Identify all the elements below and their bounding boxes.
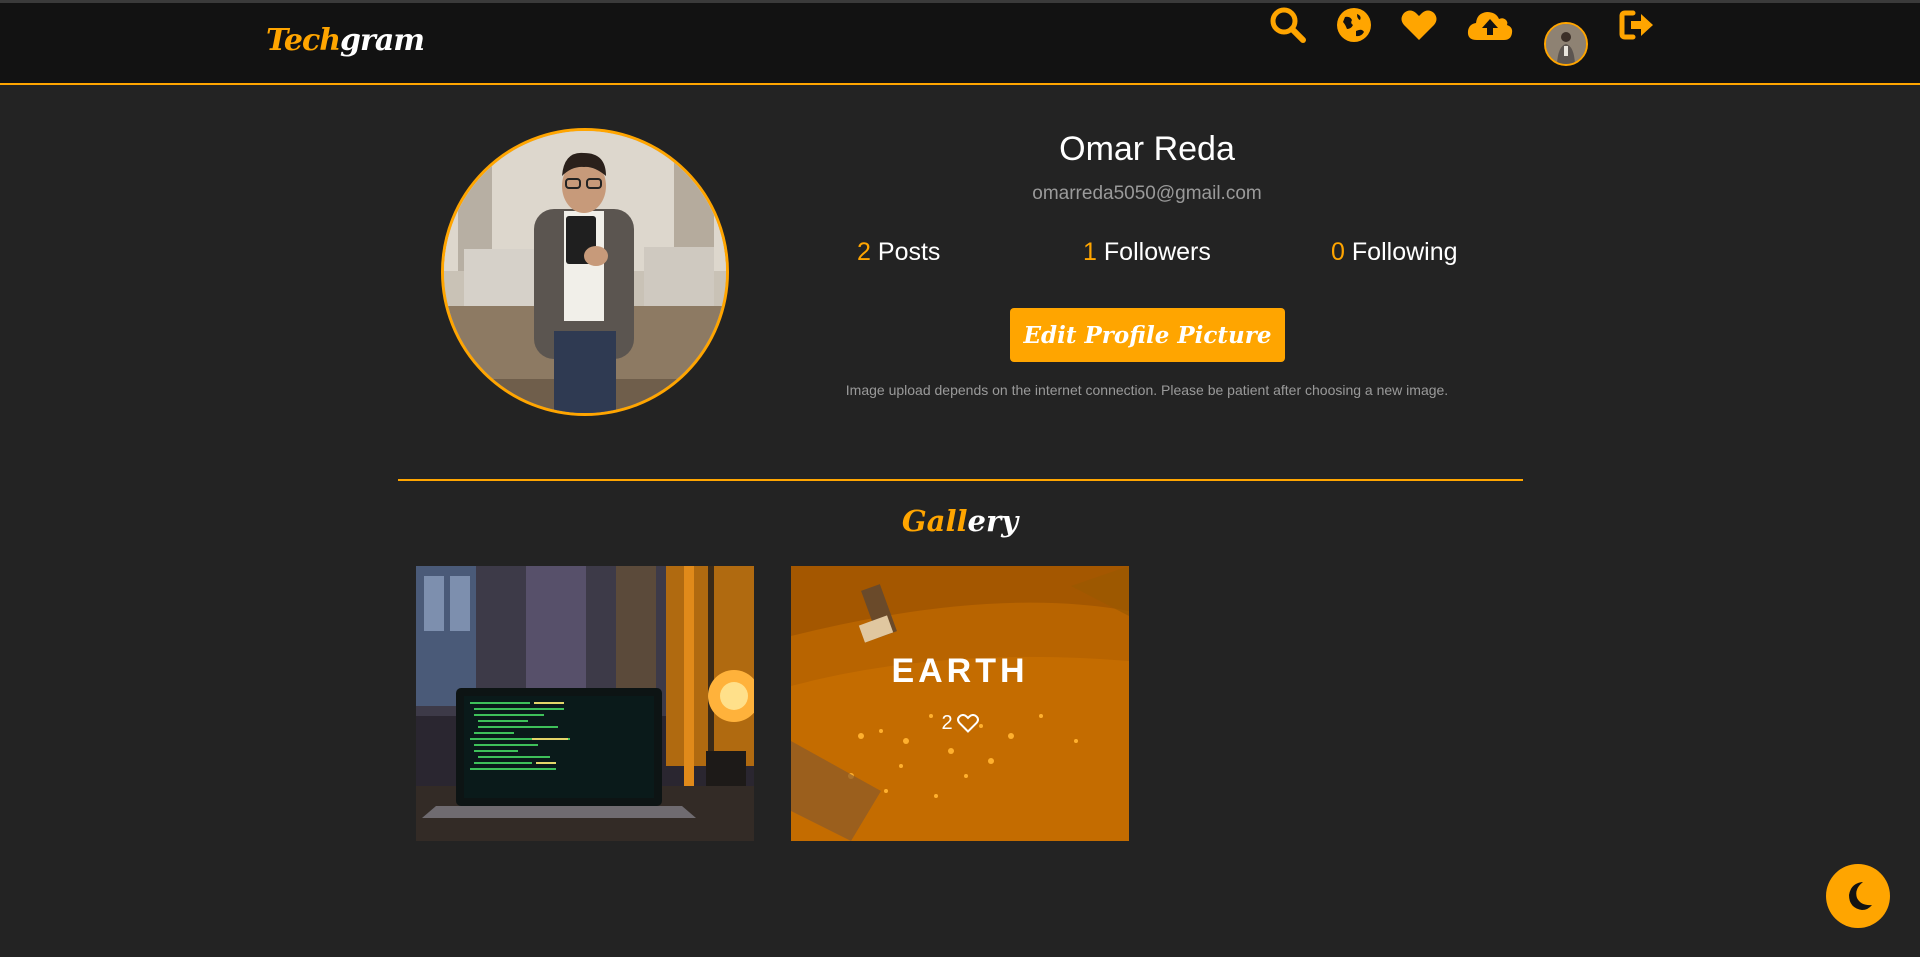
brand-accent: Tech bbox=[266, 23, 341, 58]
gallery-post-label: EARTH bbox=[891, 652, 1029, 690]
stat-posts-count: 2 bbox=[857, 238, 871, 266]
upload-note: Image upload depends on the internet con… bbox=[845, 382, 1449, 398]
gallery-title: Gallery bbox=[860, 504, 1060, 538]
stat-followers[interactable]: 1 Followers bbox=[1083, 238, 1211, 267]
gallery-post[interactable] bbox=[416, 566, 754, 841]
profile-name: Omar Reda bbox=[1059, 130, 1235, 168]
laptop-photo bbox=[416, 566, 754, 841]
earth-photo bbox=[791, 566, 1129, 841]
edit-profile-picture-button[interactable]: Edit Profile Picture bbox=[1010, 308, 1285, 362]
heart-icon[interactable] bbox=[1400, 3, 1438, 47]
like-count: 2 bbox=[941, 712, 953, 734]
stat-following[interactable]: 0 Following bbox=[1331, 238, 1458, 267]
heart-outline-icon bbox=[956, 714, 979, 733]
moon-icon bbox=[1849, 882, 1872, 910]
gallery-title-rest: ery bbox=[967, 504, 1019, 538]
search-icon[interactable] bbox=[1268, 3, 1308, 47]
stat-followers-count: 1 bbox=[1083, 238, 1097, 266]
stat-following-count: 0 bbox=[1331, 238, 1345, 266]
brand-logo[interactable]: Techgram bbox=[266, 23, 425, 58]
globe-icon[interactable] bbox=[1335, 3, 1373, 47]
navbar: Techgram bbox=[0, 3, 1920, 85]
stat-posts-label: Posts bbox=[877, 238, 941, 266]
nav-avatar[interactable] bbox=[1544, 22, 1588, 66]
stat-followers-label: Followers bbox=[1103, 238, 1211, 266]
theme-toggle-button[interactable] bbox=[1826, 864, 1890, 928]
stat-posts[interactable]: 2 Posts bbox=[857, 238, 940, 267]
logout-icon[interactable] bbox=[1618, 3, 1656, 47]
profile-email: omarreda5050@gmail.com bbox=[1032, 183, 1262, 204]
section-divider bbox=[398, 479, 1523, 481]
gallery-post-likes[interactable]: 2 bbox=[791, 712, 1129, 735]
brand-rest: gram bbox=[340, 23, 425, 58]
profile-picture[interactable] bbox=[441, 128, 729, 416]
cloud-upload-icon[interactable] bbox=[1467, 3, 1513, 47]
gallery-post[interactable]: EARTH 2 bbox=[791, 566, 1129, 841]
gallery-title-accent: Gall bbox=[901, 504, 968, 538]
stat-following-label: Following bbox=[1351, 238, 1458, 266]
